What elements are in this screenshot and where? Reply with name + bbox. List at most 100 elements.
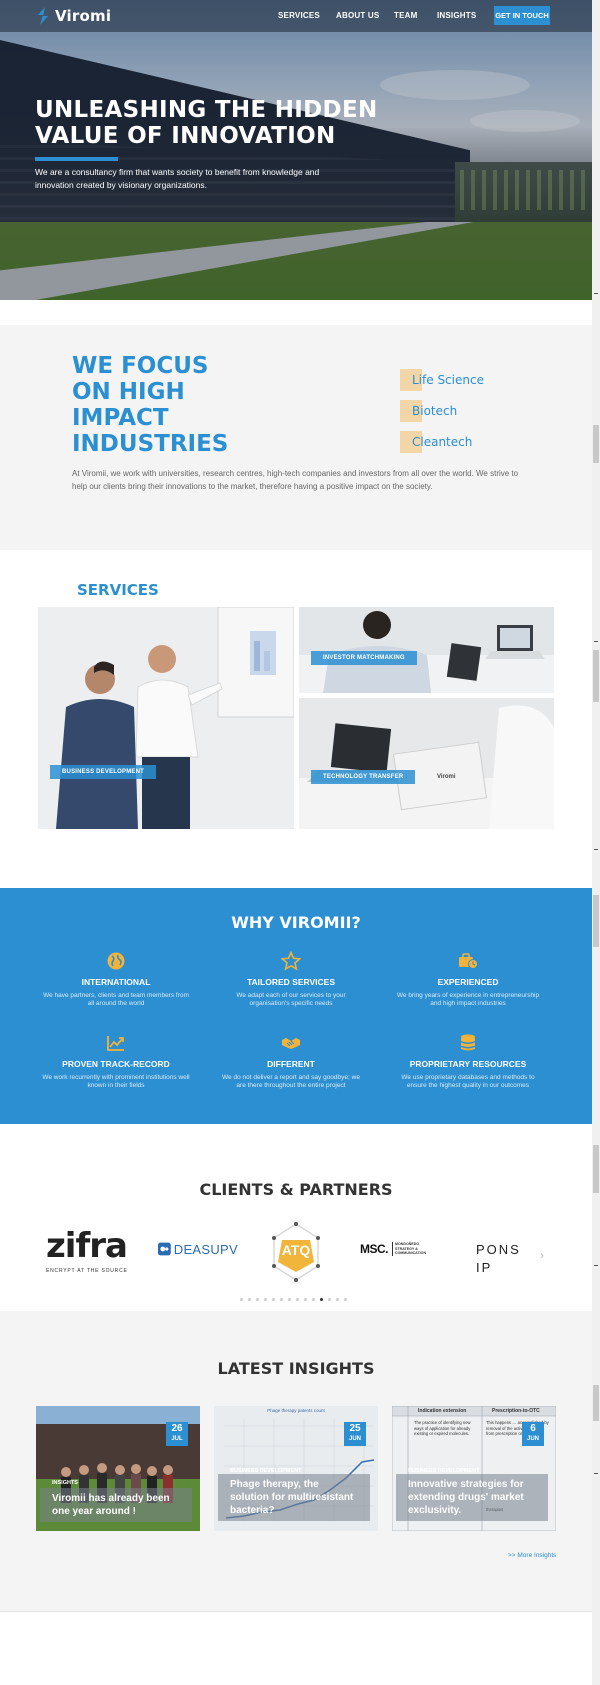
client-name: PONS IP	[476, 1242, 521, 1275]
service-card-business-development[interactable]: BUSINESS DEVELOPMENT	[38, 607, 294, 829]
why-section: WHY VIROMII? INTERNATIONAL We have partn…	[0, 888, 592, 1124]
scrollbar-thumb[interactable]	[593, 1385, 599, 1421]
laptop-brand-label: Viromi	[437, 774, 456, 780]
more-insights-link[interactable]: >> More Insights	[508, 1552, 556, 1559]
client-logo-zifra[interactable]: zifra ENCRYPT AT THE SOURCE	[46, 1228, 130, 1278]
globe-icon	[107, 952, 125, 970]
client-name: DEASUPV	[173, 1241, 238, 1257]
industry-label: Cleantech	[412, 435, 473, 449]
logo[interactable]: Viromi	[36, 6, 111, 26]
nav-insights[interactable]: INSIGHTS	[437, 11, 476, 20]
page-scrollbar[interactable]	[592, 0, 600, 1685]
hero-title: UNLEASHING THE HIDDEN VALUE OF INNOVATIO…	[35, 97, 378, 149]
scrollbar-thumb[interactable]	[593, 650, 599, 702]
service-card-investor-matchmaking[interactable]: INVESTOR MATCHMAKING	[299, 607, 554, 693]
star-icon	[281, 951, 301, 971]
carousel-dot[interactable]	[272, 1298, 275, 1301]
carousel-next-icon[interactable]: ›	[540, 1248, 544, 1262]
client-logo-msc[interactable]: MSC. MONDOÑEDO STRATEGY & COMMUNICATION	[360, 1241, 440, 1257]
service-label: BUSINESS DEVELOPMENT	[50, 765, 157, 779]
why-title: WHY VIROMII?	[231, 913, 361, 932]
why-item-international: INTERNATIONAL We have partners, clients …	[36, 951, 196, 1008]
service-card-technology-transfer[interactable]: Viromi TECHNOLOGY TRANSFER	[299, 698, 554, 829]
get-in-touch-button[interactable]: GET IN TOUCH	[494, 6, 550, 25]
investor-desk-photo	[299, 607, 554, 693]
client-logo-pons-ip[interactable]: PONS IP	[476, 1241, 536, 1275]
carousel-dots	[240, 1298, 347, 1302]
scrollbar-tick	[594, 1473, 598, 1474]
why-item-text: We use proprietary databases and methods…	[401, 1074, 535, 1089]
clients-title: CLIENTS & PARTNERS	[199, 1180, 393, 1199]
carousel-dot[interactable]	[328, 1298, 331, 1301]
industry-label: Life Science	[412, 373, 484, 387]
insight-title[interactable]: Phage therapy, the solution for multires…	[218, 1474, 370, 1521]
client-name: MSC.	[360, 1242, 389, 1256]
focus-section: WE FOCUS ON HIGH IMPACT INDUSTRIES Life …	[0, 325, 592, 550]
insights-section: LATEST INSIGHTS 26 JUL INSIGHTS Viromii …	[0, 1311, 592, 1611]
insight-card[interactable]: Phage therapy patents count 25 JUN BUSIN…	[214, 1406, 378, 1531]
insight-card[interactable]: 26 JUL INSIGHTS Viromii has already been…	[36, 1406, 200, 1531]
scrollbar-thumb[interactable]	[593, 895, 599, 947]
insight-date-badge: 25 JUN	[344, 1422, 366, 1446]
scrollbar-tick	[594, 1265, 598, 1266]
why-item-title: PROPRIETARY RESOURCES	[409, 1059, 527, 1069]
insight-date-month: JUN	[526, 1436, 539, 1442]
carousel-dot[interactable]	[312, 1298, 315, 1301]
insight-title[interactable]: Viromii has already been one year around…	[40, 1488, 192, 1522]
carousel-dot[interactable]	[344, 1298, 347, 1301]
nav-services[interactable]: SERVICES	[278, 11, 320, 20]
technology-office-photo	[299, 698, 554, 829]
client-logo-atq[interactable]: ATQ	[268, 1222, 324, 1282]
client-name: zifra	[46, 1226, 128, 1266]
carousel-dot[interactable]	[304, 1298, 307, 1301]
client-name: ATQ	[281, 1242, 311, 1258]
insights-title: LATEST INSIGHTS	[217, 1359, 375, 1378]
hero-subtitle: We are a consultancy firm that wants soc…	[35, 167, 320, 190]
why-item-proprietary-resources: PROPRIETARY RESOURCES We use proprietary…	[388, 1033, 548, 1090]
database-icon	[461, 1034, 475, 1051]
industry-item: Cleantech	[400, 431, 472, 453]
insight-title[interactable]: Innovative strategies for extending drug…	[396, 1474, 548, 1521]
hero-overlay	[0, 0, 592, 300]
why-item-text: We adapt each of our services to your or…	[236, 992, 346, 1007]
nav-about-us[interactable]: ABOUT US	[336, 11, 379, 20]
scrollbar-tick	[594, 293, 598, 294]
why-item-title: INTERNATIONAL	[81, 977, 151, 987]
carousel-dot[interactable]	[264, 1298, 267, 1301]
table-cell: The practice of identifying new ways of …	[414, 1420, 471, 1437]
top-navbar: Viromi SERVICES ABOUT US TEAM INSIGHTS G…	[0, 0, 592, 32]
carousel-dot[interactable]	[248, 1298, 251, 1301]
carousel-dot[interactable]	[288, 1298, 291, 1301]
deasupv-mark-icon	[158, 1242, 171, 1256]
table-header: Indication extension	[418, 1408, 467, 1414]
why-item-text: We do not deliver a report and say goodb…	[222, 1074, 360, 1089]
chart-icon	[107, 1036, 124, 1051]
business-meeting-photo	[38, 607, 294, 829]
scrollbar-thumb[interactable]	[593, 425, 599, 463]
scrollbar-thumb[interactable]	[593, 1145, 599, 1193]
why-item-experienced: EXPERIENCED We bring years of experience…	[388, 951, 548, 1008]
why-item-title: PROVEN TRACK-RECORD	[62, 1059, 170, 1069]
service-label: INVESTOR MATCHMAKING	[311, 651, 417, 665]
service-label: TECHNOLOGY TRANSFER	[311, 770, 416, 784]
why-item-proven-track-record: PROVEN TRACK-RECORD We work recurrently …	[36, 1033, 196, 1090]
carousel-dot[interactable]	[320, 1298, 323, 1301]
why-item-title: DIFFERENT	[267, 1059, 315, 1069]
client-logo-deasupv[interactable]: DEASUPV	[158, 1238, 238, 1260]
carousel-dot[interactable]	[256, 1298, 259, 1301]
carousel-dot[interactable]	[280, 1298, 283, 1301]
hero-divider	[35, 157, 118, 161]
hero-section: Viromi SERVICES ABOUT US TEAM INSIGHTS G…	[0, 0, 592, 300]
services-title: SERVICES	[77, 581, 159, 599]
carousel-dot[interactable]	[336, 1298, 339, 1301]
industry-label: Biotech	[412, 404, 458, 418]
carousel-dot[interactable]	[296, 1298, 299, 1301]
carousel-dot[interactable]	[240, 1298, 243, 1301]
insight-date-day: 25	[349, 1423, 361, 1434]
footer-divider	[0, 1611, 592, 1612]
scrollbar-tick	[594, 641, 598, 642]
insight-card[interactable]: Indication extension Prescription-to-OTC…	[392, 1406, 556, 1531]
insight-date-month: JUL	[171, 1436, 183, 1442]
why-item-text: We bring years of experience in entrepre…	[396, 992, 540, 1007]
nav-team[interactable]: TEAM	[394, 11, 417, 20]
